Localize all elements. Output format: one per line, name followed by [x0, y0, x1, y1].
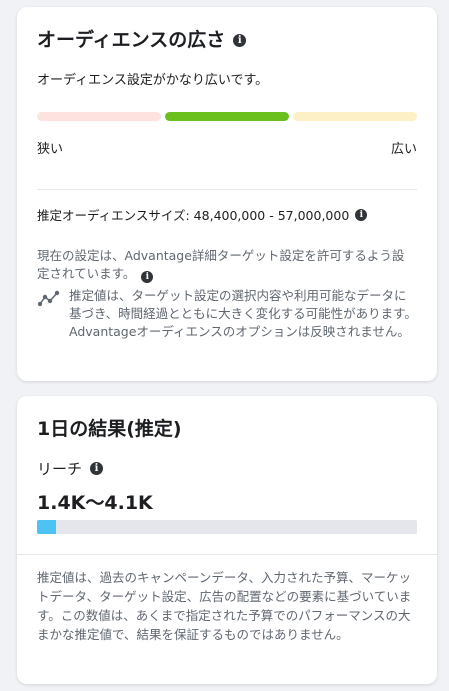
reach-label: リーチ	[37, 460, 83, 478]
meter-segment-current	[165, 112, 289, 121]
meter-segment-narrow	[37, 112, 161, 121]
reach-bar-fill	[37, 520, 56, 534]
audience-title: オーディエンスの広さ	[37, 29, 226, 51]
advantage-note-text: 現在の設定は、Advantage詳細ターゲット設定を許可するよう設定されています…	[37, 248, 405, 281]
meter-label-wide: 広い	[390, 142, 417, 157]
daily-results-card: 1日の結果(推定) リーチ i 1.4K〜4.1K 推定値は、過去のキャンペーン…	[17, 396, 437, 684]
daily-results-title: 1日の結果(推定)	[37, 418, 182, 440]
estimate-note-text: 推定値は、ターゲット設定の選択内容や利用可能なデータに基づき、時間経過とともに大…	[69, 288, 417, 339]
estimate-disclaimer: 推定値は、過去のキャンペーンデータ、入力された予算、マーケットデータ、ターゲット…	[37, 570, 412, 642]
divider	[37, 189, 417, 190]
audience-status-text: オーディエンス設定がかなり広いです。	[37, 73, 269, 88]
audience-breadth-meter	[37, 112, 417, 121]
audience-title-row: オーディエンスの広さ i	[37, 28, 247, 52]
meter-label-narrow: 狭い	[37, 142, 64, 157]
estimated-audience-size-label: 推定オーディエンスサイズ: 48,400,000 - 57,000,000	[37, 208, 350, 223]
reach-value: 1.4K〜4.1K	[37, 492, 153, 514]
info-icon[interactable]: i	[355, 208, 368, 221]
estimated-audience-size: 推定オーディエンスサイズ: 48,400,000 - 57,000,000 i	[37, 205, 368, 224]
trend-icon	[37, 290, 60, 307]
info-icon[interactable]: i	[141, 271, 154, 283]
info-icon[interactable]: i	[233, 33, 247, 47]
estimate-note: 推定値は、ターゲット設定の選択内容や利用可能なデータに基づき、時間経過とともに大…	[37, 287, 419, 341]
daily-title-row: 1日の結果(推定)	[37, 417, 182, 441]
info-icon[interactable]: i	[90, 462, 104, 475]
audience-size-card: オーディエンスの広さ i オーディエンス設定がかなり広いです。 狭い 広い 推定…	[17, 7, 437, 381]
reach-bar	[37, 520, 417, 534]
divider	[17, 554, 437, 555]
advantage-note: 現在の設定は、Advantage詳細ターゲット設定を許可するよう設定されています…	[37, 247, 409, 283]
meter-segment-wide	[293, 112, 417, 121]
reach-label-row: リーチ i	[37, 458, 104, 479]
